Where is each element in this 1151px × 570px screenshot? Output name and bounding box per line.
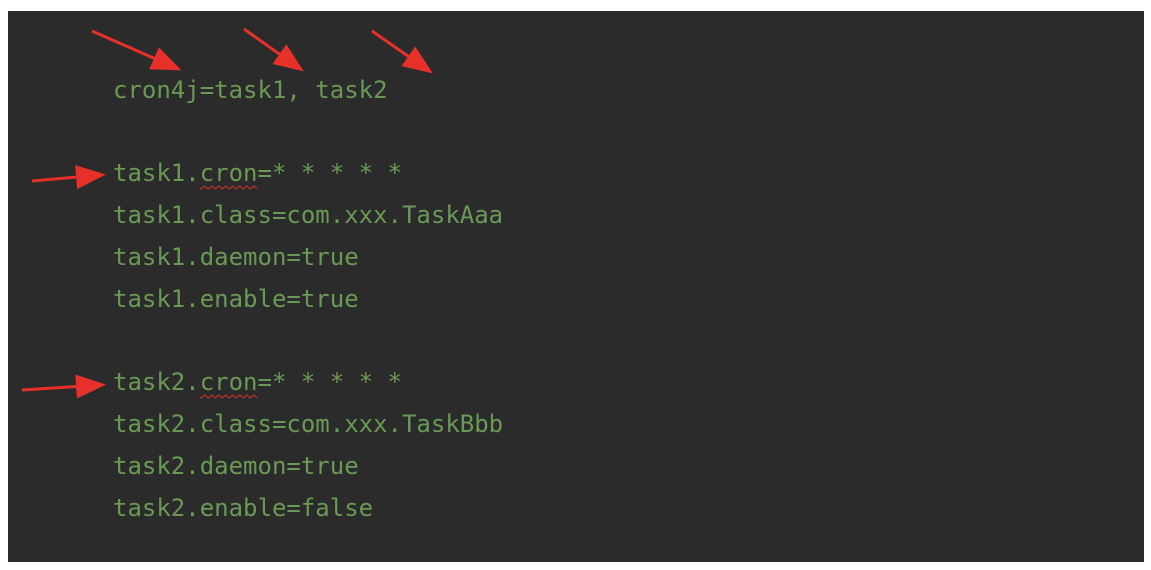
code-editor[interactable]: cron4j=task1, task2 task1.cron=* * * * *… [8,11,1144,562]
task1-cron-value: =* * * * * [257,159,403,187]
task2-daemon-line: task2.daemon=true [113,452,359,480]
task1-enable-line: task1.enable=true [113,285,359,313]
task2-cron-key-misspelled: cron [199,368,258,396]
task2-cron-line: task2.cron=* * * * * [113,367,402,397]
task1-cron-line: task1.cron=* * * * * [113,158,402,188]
task2-enable-line: task2.enable=false [113,494,374,522]
task2-class-line: task2.class=com.xxx.TaskBbb [113,410,504,438]
task2-cron-value: =* * * * * [257,368,403,396]
cron4j-line: cron4j=task1, task2 [113,76,388,104]
task1-daemon-line: task1.daemon=true [113,243,359,271]
task1-cron-prefix: task1. [113,159,200,187]
task1-class-line: task1.class=com.xxx.TaskAaa [113,201,504,229]
task1-cron-key-misspelled: cron [199,159,258,187]
task2-cron-prefix: task2. [113,368,200,396]
